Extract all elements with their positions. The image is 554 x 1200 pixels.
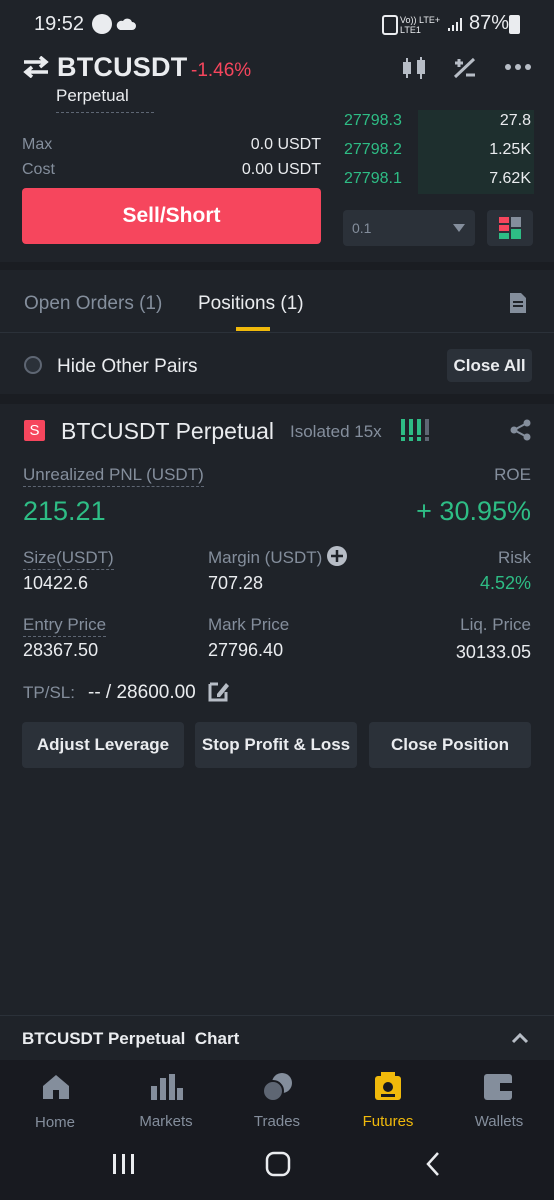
chart-bar-label[interactable]: BTCUSDT Perpetual Chart — [22, 1029, 239, 1049]
margin-mode: Isolated 15x — [290, 422, 382, 441]
hide-other-pairs-label[interactable]: Hide Other Pairs — [57, 356, 197, 378]
active-tab-indicator — [236, 327, 270, 331]
order-book-layout-icon — [499, 217, 521, 239]
order-book: 27798.3 27.8 27798.2 1.25K 27798.1 7.62K — [344, 110, 534, 194]
margin-label: Margin (USDT) — [208, 548, 323, 567]
nav-home[interactable]: Home — [0, 1068, 110, 1134]
mark-price-value: 27796.40 — [208, 640, 284, 660]
calculator-icon[interactable] — [452, 56, 478, 80]
ask-price: 27798.1 — [344, 170, 402, 187]
risk-label: Risk — [497, 548, 531, 567]
tab-positions[interactable]: Positions (1) — [198, 293, 304, 315]
precision-value: 0.1 — [352, 220, 372, 236]
unrealized-pnl-value: 215.21 — [23, 496, 106, 526]
home-icon — [43, 1075, 69, 1099]
precision-select[interactable]: 0.1 — [343, 210, 475, 246]
order-book-row[interactable]: 27798.2 1.25K — [344, 139, 534, 163]
wallet-icon — [484, 1074, 514, 1100]
hide-other-pairs-checkbox[interactable] — [24, 356, 42, 374]
roe-label: ROE — [494, 465, 531, 484]
nav-futures[interactable]: Futures — [333, 1068, 443, 1134]
nav-label: Home — [34, 1114, 75, 1131]
size-label[interactable]: Size(USDT) — [23, 548, 114, 570]
book-layout-button[interactable] — [487, 210, 533, 246]
nav-label: Markets — [139, 1113, 193, 1130]
order-history-icon[interactable] — [508, 292, 528, 314]
markets-icon — [151, 1074, 183, 1100]
nav-markets[interactable]: Markets — [111, 1068, 221, 1134]
position-symbol[interactable]: BTCUSDT Perpetual — [61, 418, 274, 445]
messenger-icon — [92, 14, 112, 34]
roe-value: + 30.95% — [416, 496, 531, 526]
tpsl-value: -- / 28600.00 — [88, 682, 196, 703]
ask-amount: 27.8 — [499, 112, 531, 129]
swap-arrows-icon[interactable] — [22, 56, 50, 78]
cloud-icon — [116, 18, 136, 30]
entry-price-value: 28367.50 — [23, 640, 99, 660]
order-book-row[interactable]: 27798.3 27.8 — [344, 110, 534, 134]
chevron-down-icon — [453, 224, 465, 232]
close-all-button[interactable]: Close All — [447, 349, 532, 382]
nav-trades[interactable]: Trades — [222, 1068, 332, 1134]
price-change: -1.46% — [191, 60, 252, 81]
margin-value: 707.28 — [208, 573, 264, 593]
home-button-icon[interactable] — [265, 1151, 291, 1177]
max-value: 0.0 USDT — [250, 136, 321, 153]
stop-profit-loss-button[interactable]: Stop Profit & Loss — [195, 722, 357, 768]
unrealized-pnl-label[interactable]: Unrealized PNL (USDT) — [23, 465, 204, 487]
edit-icon[interactable] — [208, 680, 230, 702]
size-value: 10422.6 — [23, 573, 89, 593]
futures-icon — [375, 1072, 401, 1100]
short-side-badge: S — [24, 420, 45, 441]
recent-apps-icon[interactable] — [111, 1152, 137, 1176]
nav-wallets[interactable]: Wallets — [444, 1068, 554, 1134]
signal-icon — [448, 18, 462, 31]
ask-price: 27798.2 — [344, 141, 402, 158]
order-book-row[interactable]: 27798.1 7.62K — [344, 168, 534, 192]
candlestick-chart-icon[interactable] — [400, 56, 430, 80]
status-bar: 19:52 Vo)) LTE+ LTE1 87% — [0, 0, 554, 48]
more-options-icon[interactable] — [505, 63, 531, 71]
risk-value: 4.52% — [479, 573, 531, 593]
mark-price-label: Mark Price — [208, 615, 290, 634]
nav-label: Trades — [253, 1113, 301, 1130]
adjust-leverage-button[interactable]: Adjust Leverage — [22, 722, 184, 768]
ask-price: 27798.3 — [344, 112, 402, 129]
adl-indicator-icon — [401, 419, 429, 441]
add-margin-icon[interactable] — [327, 546, 347, 566]
share-icon[interactable] — [510, 419, 532, 441]
battery-icon — [509, 15, 520, 34]
nav-label: Futures — [362, 1113, 414, 1130]
sync-icon — [382, 15, 398, 35]
back-icon[interactable] — [424, 1151, 442, 1177]
status-time: 19:52 — [34, 13, 85, 35]
trades-icon — [262, 1073, 292, 1102]
sell-short-button[interactable]: Sell/Short — [22, 188, 321, 244]
cost-value: 0.00 USDT — [241, 161, 321, 178]
chevron-up-icon[interactable] — [511, 1032, 529, 1044]
entry-price-label[interactable]: Entry Price — [23, 615, 107, 637]
pair-title[interactable]: BTCUSDT — [57, 52, 187, 83]
max-label: Max — [22, 136, 53, 153]
cost-label: Cost — [22, 161, 55, 178]
tab-open-orders[interactable]: Open Orders (1) — [24, 293, 162, 315]
ask-amount: 7.62K — [489, 170, 531, 187]
ask-amount: 1.25K — [489, 141, 531, 158]
liq-price-value: 30133.05 — [455, 642, 531, 662]
tpsl-label: TP/SL: — [23, 683, 75, 702]
contract-type[interactable]: Perpetual — [56, 86, 154, 113]
battery-level: 87% — [469, 12, 510, 34]
liq-price-label: Liq. Price — [460, 615, 531, 634]
close-position-button[interactable]: Close Position — [369, 722, 531, 768]
nav-label: Wallets — [474, 1113, 524, 1130]
